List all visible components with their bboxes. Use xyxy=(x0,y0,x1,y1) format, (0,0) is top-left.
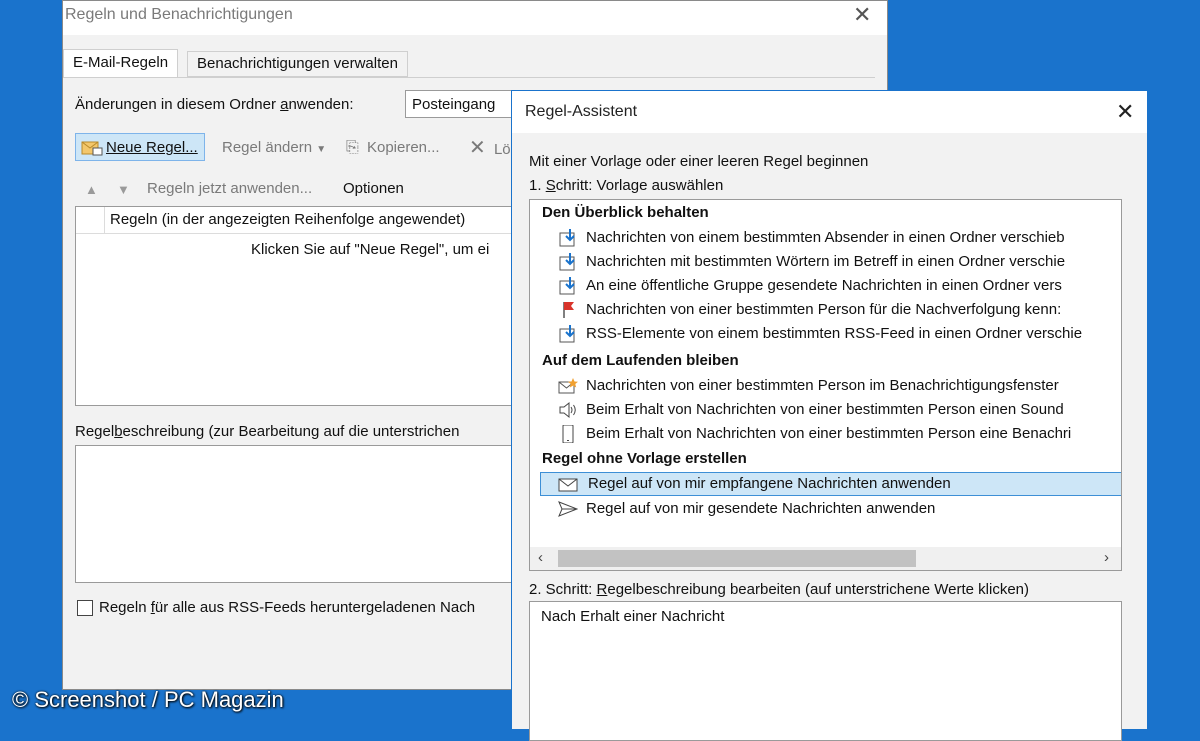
new-rule-label: Neue Regel... xyxy=(106,139,198,156)
rules-window-title: Regeln und Benachrichtigungen xyxy=(65,6,293,23)
delete-icon: ✕ xyxy=(469,137,486,159)
list-item[interactable]: Regel auf von mir gesendete Nachrichten … xyxy=(558,497,1121,521)
list-item[interactable]: RSS-Elemente von einem bestimmten RSS-Fe… xyxy=(558,322,1121,346)
list-item[interactable]: Nachrichten von einem bestimmten Absende… xyxy=(558,226,1121,250)
list-item[interactable]: Beim Erhalt von Nachrichten von einer be… xyxy=(558,398,1121,422)
envelope-icon xyxy=(558,478,578,492)
rules-column-header[interactable]: Regeln (in der angezeigten Reihenfolge a… xyxy=(110,211,465,228)
rule-description-editor[interactable]: Nach Erhalt einer Nachricht xyxy=(529,601,1122,741)
scroll-left-icon[interactable]: ‹ xyxy=(538,549,543,566)
flag-icon xyxy=(563,302,574,318)
rules-list[interactable]: Regeln (in der angezeigten Reihenfolge a… xyxy=(75,206,525,406)
list-item-selected[interactable]: Regel auf von mir empfangene Nachrichten… xyxy=(540,472,1121,496)
move-down-icon[interactable]: ▼ xyxy=(117,182,130,197)
step1-label: 1. Schritt: Vorlage auswählen xyxy=(529,177,724,194)
move-up-icon[interactable]: ▲ xyxy=(85,182,98,197)
list-item-label: Nachrichten von einer bestimmten Person … xyxy=(586,301,1062,318)
list-item[interactable]: Nachrichten von einer bestimmten Person … xyxy=(558,298,1121,322)
rss-rules-label: Regeln für alle aus RSS-Feeds herunterge… xyxy=(99,599,476,616)
list-item-label: Regel auf von mir empfangene Nachrichten… xyxy=(588,475,951,492)
rule-wizard-window: Regel-Assistent ✕ Mit einer Vorlage oder… xyxy=(511,90,1148,741)
wizard-title: Regel-Assistent xyxy=(525,103,638,120)
copy-label: Kopieren... xyxy=(366,139,440,156)
delete-label: Lö xyxy=(493,141,511,158)
group-header: Auf dem Laufenden bleiben xyxy=(542,352,739,369)
move-to-folder-icon xyxy=(559,253,575,271)
watermark: © Screenshot / PC Magazin xyxy=(12,687,284,712)
tab-manage-notifications[interactable]: Benachrichtigungen verwalten xyxy=(187,51,408,77)
list-item-label: Nachrichten von einem bestimmten Absende… xyxy=(586,229,1065,246)
wizard-titlebar: Regel-Assistent ✕ xyxy=(512,91,1147,133)
template-list[interactable]: Den Überblick behalten Nachrichten von e… xyxy=(529,199,1122,571)
list-item[interactable]: Beim Erhalt von Nachrichten von einer be… xyxy=(558,422,1121,446)
empty-rules-hint: Klicken Sie auf "Neue Regel", um ei xyxy=(251,241,490,258)
envelope-star-icon xyxy=(558,378,578,394)
list-item-label: An eine öffentliche Gruppe gesendete Nac… xyxy=(586,277,1062,294)
list-item-label: RSS-Elemente von einem bestimmten RSS-Fe… xyxy=(586,325,1083,342)
list-item-label: Regel auf von mir gesendete Nachrichten … xyxy=(586,500,936,517)
copy-icon: ⎘ xyxy=(346,139,359,156)
folder-select[interactable]: Posteingang xyxy=(405,90,525,118)
tab-email-rules[interactable]: E-Mail-Regeln xyxy=(63,49,179,77)
move-to-folder-icon xyxy=(559,325,575,343)
new-rule-icon xyxy=(81,141,103,156)
send-icon xyxy=(558,501,578,517)
rule-description-label: Regelbeschreibung (zur Bearbeitung auf d… xyxy=(75,423,460,440)
list-item-label: Nachrichten mit bestimmten Wörtern im Be… xyxy=(586,253,1066,270)
apply-rules-now-link[interactable]: Regeln jetzt anwenden... xyxy=(147,180,312,197)
rule-description-box xyxy=(75,445,525,583)
scroll-right-icon[interactable]: › xyxy=(1104,549,1109,566)
options-link[interactable]: Optionen xyxy=(343,180,404,197)
delete-button[interactable]: ✕ Lö xyxy=(469,134,511,162)
apply-folder-label: Änderungen in diesem Ordner anwenden: xyxy=(75,96,354,113)
rss-rules-checkbox[interactable] xyxy=(77,600,93,616)
new-rule-button[interactable]: Neue Regel... xyxy=(75,133,205,161)
list-item[interactable]: An eine öffentliche Gruppe gesendete Nac… xyxy=(558,274,1121,298)
wizard-intro: Mit einer Vorlage oder einer leeren Rege… xyxy=(529,153,869,170)
change-rule-label: Regel ändern xyxy=(222,139,313,156)
mobile-phone-icon xyxy=(562,425,574,443)
close-icon[interactable]: ✕ xyxy=(853,2,871,28)
change-rule-button[interactable]: Regel ändern ▼ xyxy=(222,134,326,162)
list-item-label: Nachrichten von einer bestimmten Person … xyxy=(586,377,1059,394)
copy-button[interactable]: ⎘ Kopieren... xyxy=(346,134,440,162)
chevron-down-icon: ▼ xyxy=(316,144,327,155)
scrollbar-thumb[interactable] xyxy=(558,550,916,567)
rules-list-header: Regeln (in der angezeigten Reihenfolge a… xyxy=(76,207,524,234)
move-to-folder-icon xyxy=(559,229,575,247)
close-icon[interactable]: ✕ xyxy=(1116,99,1134,125)
step2-label: 2. Schritt: Regelbeschreibung bearbeiten… xyxy=(529,581,1030,598)
list-item[interactable]: Nachrichten von einer bestimmten Person … xyxy=(558,374,1121,398)
move-to-folder-icon xyxy=(559,277,575,295)
list-item-label: Beim Erhalt von Nachrichten von einer be… xyxy=(586,425,1072,442)
speaker-icon xyxy=(559,401,576,419)
rule-description-text: Nach Erhalt einer Nachricht xyxy=(541,608,725,625)
group-header: Regel ohne Vorlage erstellen xyxy=(542,450,747,467)
horizontal-scrollbar[interactable]: ‹ › xyxy=(530,547,1121,570)
folder-select-value: Posteingang xyxy=(412,96,496,113)
list-item[interactable]: Nachrichten mit bestimmten Wörtern im Be… xyxy=(558,250,1121,274)
group-header: Den Überblick behalten xyxy=(542,204,709,221)
list-item-label: Beim Erhalt von Nachrichten von einer be… xyxy=(586,401,1064,418)
rules-window-titlebar: Regeln und Benachrichtigungen ✕ xyxy=(63,1,887,35)
column-divider xyxy=(104,207,105,233)
